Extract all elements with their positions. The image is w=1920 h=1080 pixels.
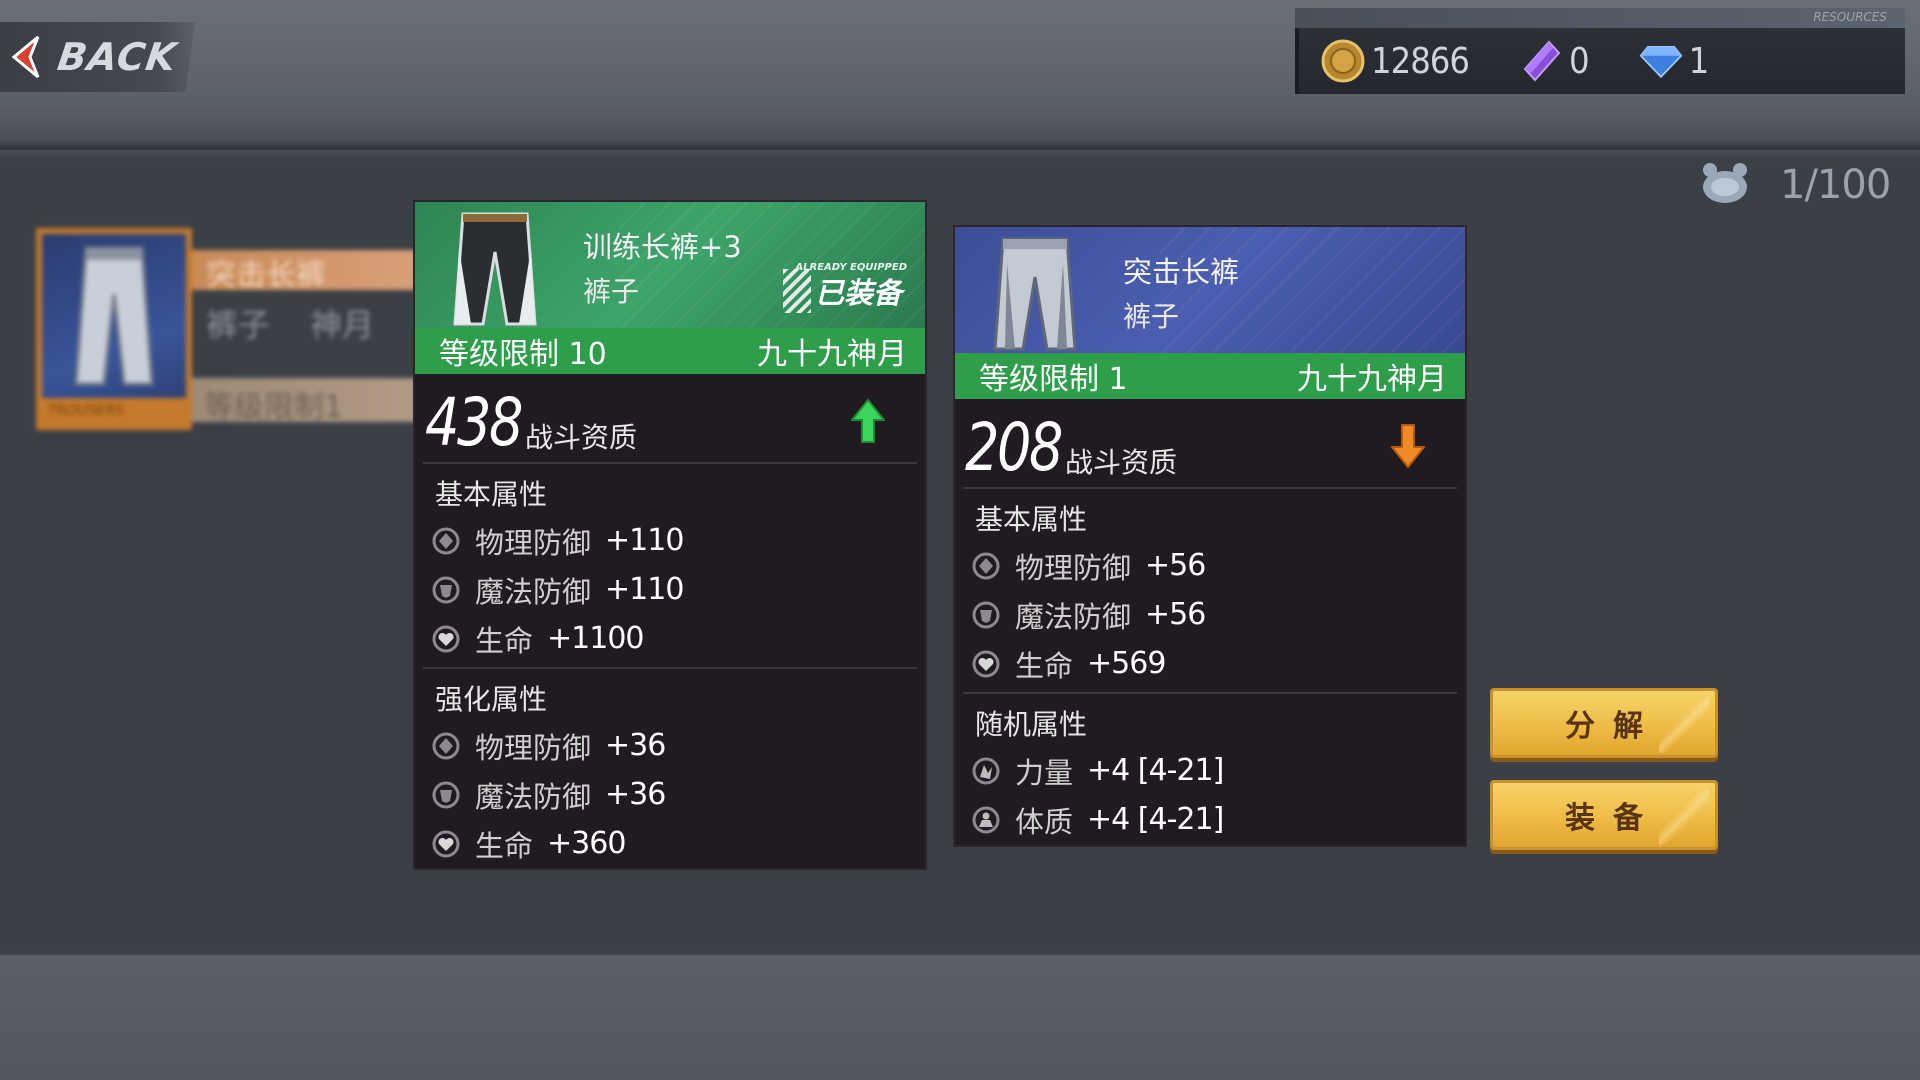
stat-row: 力量 +4 [4-21] bbox=[955, 746, 1465, 795]
level-requirement: 等级限制 1 bbox=[979, 362, 1128, 397]
magic-defense-icon bbox=[431, 780, 461, 810]
magic-defense-icon bbox=[971, 600, 1001, 630]
currency-diamond[interactable]: 1 bbox=[1639, 39, 1709, 83]
level-requirement: 等级限制 10 bbox=[439, 337, 607, 372]
arrow-down-icon bbox=[1391, 424, 1425, 469]
power-label: 战斗资质 bbox=[1065, 446, 1178, 479]
power-value: 208 bbox=[965, 409, 1063, 486]
power-label: 战斗资质 bbox=[525, 421, 638, 454]
physical-defense-icon bbox=[431, 731, 461, 761]
inventory-count-value: 1/100 bbox=[1780, 162, 1891, 208]
pants-icon bbox=[453, 212, 537, 326]
item-tier: 神月 bbox=[310, 306, 375, 344]
heart-icon bbox=[431, 624, 461, 654]
section-title-enhance: 强化属性 bbox=[435, 683, 548, 716]
card-header: 训练长裤+3 裤子 ALREADY EQUIPPED 已装备 bbox=[415, 202, 925, 328]
compare-item-card: 突击长裤 裤子 等级限制 1 九十九神月 208 战斗资质 基本属性 物理防御 … bbox=[953, 225, 1467, 847]
equipped-badge-caption: ALREADY EQUIPPED bbox=[795, 262, 907, 273]
stripes-icon bbox=[783, 269, 811, 313]
crystal-value: 0 bbox=[1569, 40, 1590, 82]
physical-defense-icon bbox=[971, 551, 1001, 581]
stat-row: 魔法防御 +36 bbox=[415, 770, 925, 819]
stat-row: 魔法防御 +110 bbox=[415, 565, 925, 614]
diamond-value: 1 bbox=[1688, 40, 1710, 82]
item-name: 训练长裤+3 bbox=[583, 230, 742, 264]
equip-button[interactable]: 装备 bbox=[1490, 780, 1718, 850]
stat-row: 生命 +569 bbox=[955, 639, 1465, 688]
gold-coin-icon bbox=[1321, 39, 1365, 83]
item-type: 裤子 神月 bbox=[206, 306, 375, 344]
back-label: BACK bbox=[54, 35, 180, 79]
item-tier: 九十九神月 bbox=[1297, 362, 1447, 397]
heart-icon bbox=[431, 829, 461, 859]
physical-defense-icon bbox=[431, 526, 461, 556]
power-value: 438 bbox=[425, 384, 523, 461]
stat-row: 物理防御 +36 bbox=[415, 721, 925, 770]
pants-icon bbox=[993, 237, 1077, 351]
currency-header: RESOURCES bbox=[1295, 8, 1905, 28]
arrow-up-icon bbox=[851, 398, 885, 443]
gold-value: 12866 bbox=[1371, 40, 1470, 82]
item-type: 裤子 bbox=[1123, 300, 1180, 333]
diamond-icon bbox=[1639, 39, 1683, 83]
stat-row: 魔法防御 +56 bbox=[955, 590, 1465, 639]
stat-row: 生命 +1100 bbox=[415, 614, 925, 663]
item-name: 突击长裤 bbox=[1123, 255, 1240, 289]
level-bar: 等级限制 1 九十九神月 bbox=[955, 353, 1465, 399]
item-tier: 九十九神月 bbox=[757, 337, 907, 372]
stat-row: 物理防御 +56 bbox=[955, 541, 1465, 590]
section-title-random: 随机属性 bbox=[975, 708, 1088, 741]
magic-defense-icon bbox=[431, 575, 461, 605]
bottom-bar bbox=[0, 955, 1920, 1080]
divider bbox=[963, 692, 1457, 694]
stat-row: 生命 +360 bbox=[415, 819, 925, 868]
back-arrow-icon bbox=[8, 35, 48, 79]
inventory-list-item[interactable]: TROUSERS 突击长裤 裤子 神月 等级限制1 bbox=[36, 228, 416, 430]
heart-icon bbox=[971, 649, 1001, 679]
currency-crystal[interactable]: 0 bbox=[1519, 39, 1590, 83]
currency-gold[interactable]: 12866 bbox=[1321, 39, 1470, 83]
strength-icon bbox=[971, 756, 1001, 786]
constitution-icon bbox=[971, 805, 1001, 835]
currency-bar: 12866 0 1 bbox=[1295, 28, 1905, 94]
bag-icon bbox=[1700, 160, 1750, 210]
inventory-count: 1/100 bbox=[1700, 160, 1891, 210]
item-type: 裤子 bbox=[583, 275, 640, 308]
card-header: 突击长裤 裤子 bbox=[955, 227, 1465, 353]
item-level: 等级限制1 bbox=[204, 390, 344, 425]
item-tag: TROUSERS bbox=[42, 398, 186, 424]
stat-row: 物理防御 +110 bbox=[415, 516, 925, 565]
section-title-basic: 基本属性 bbox=[435, 478, 548, 511]
item-name: 突击长裤 bbox=[206, 258, 326, 293]
equipped-item-card: 训练长裤+3 裤子 ALREADY EQUIPPED 已装备 等级限制 10 九… bbox=[413, 200, 927, 870]
item-thumbnail: TROUSERS bbox=[36, 228, 192, 430]
equipped-badge: ALREADY EQUIPPED 已装备 bbox=[783, 262, 913, 316]
section-title-basic: 基本属性 bbox=[975, 503, 1088, 536]
stat-row: 体质 +4 [4-21] bbox=[955, 795, 1465, 844]
divider bbox=[423, 667, 917, 669]
pants-icon bbox=[74, 246, 154, 386]
level-bar: 等级限制 10 九十九神月 bbox=[415, 328, 925, 374]
decompose-button[interactable]: 分解 bbox=[1490, 688, 1718, 758]
purple-crystal-icon bbox=[1519, 39, 1563, 83]
power-row: 438 战斗资质 bbox=[423, 374, 917, 464]
resources-tag: RESOURCES bbox=[1813, 10, 1887, 24]
power-row: 208 战斗资质 bbox=[963, 399, 1457, 489]
back-button[interactable]: BACK bbox=[0, 22, 195, 92]
